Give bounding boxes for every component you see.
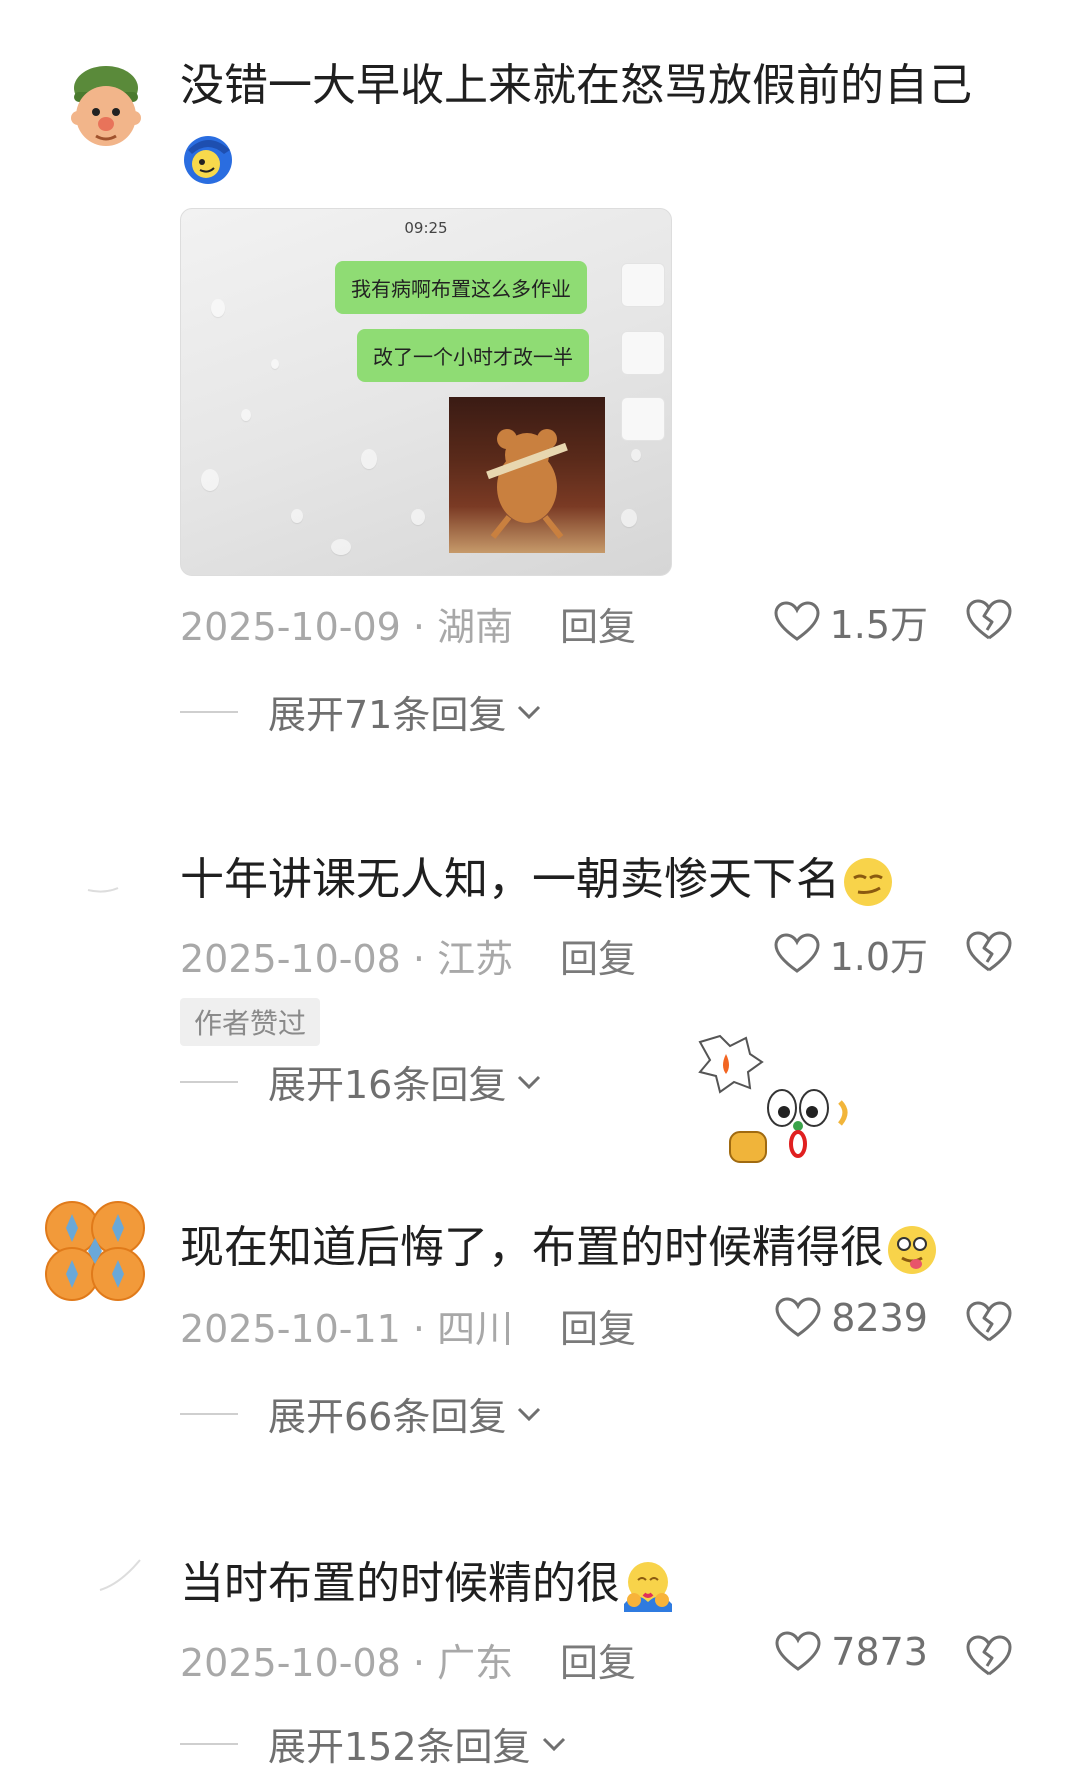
smirk-emoji-icon: [844, 858, 892, 906]
meta-separator: ·: [400, 937, 438, 981]
comment-text-content: 现在知道后悔了，布置的时候精得很: [180, 1222, 884, 1273]
heart-outline-icon: [775, 1297, 821, 1337]
chat-avatar: [621, 397, 665, 441]
heart-outline-icon: [774, 932, 820, 973]
reply-button[interactable]: 回复: [560, 928, 636, 983]
comment-text: 没错一大早收上来就在怒骂放假前的自己: [180, 58, 972, 113]
expand-replies-button[interactable]: 展开71条回复: [180, 684, 542, 739]
like-count: 8239: [831, 1296, 928, 1340]
comment-text: 现在知道后悔了，布置的时候精得很: [180, 1220, 940, 1278]
comment-date: 2025-10-08: [180, 1641, 401, 1685]
chevron-down-icon: [518, 705, 541, 719]
avatar-coin-pattern-icon[interactable]: [40, 1196, 150, 1306]
comment-region: 四川: [437, 1307, 514, 1351]
comment-region: 广东: [437, 1641, 514, 1685]
chevron-down-icon: [518, 1407, 541, 1421]
broken-heart-icon[interactable]: [966, 596, 1012, 642]
broken-heart-icon[interactable]: [966, 1632, 1012, 1678]
avatar-cartoon-man-icon[interactable]: [58, 58, 154, 154]
like-count: 1.0万: [829, 935, 928, 979]
reply-button[interactable]: 回复: [560, 596, 636, 651]
tongue-out-emoji-icon: [888, 1226, 936, 1274]
comment-meta: 2025-10-09 · 湖南: [180, 596, 513, 651]
chevron-down-icon: [518, 1075, 541, 1089]
heart-outline-icon: [775, 1631, 821, 1671]
like-count: 7873: [831, 1630, 928, 1674]
reply-button[interactable]: 回复: [560, 1298, 636, 1353]
comment-text: 当时布置的时候精的很: [180, 1556, 676, 1614]
comment-date: 2025-10-08: [180, 937, 401, 981]
expand-replies-button[interactable]: 展开16条回复: [180, 1054, 542, 1109]
comment-meta: 2025-10-08 · 广东: [180, 1632, 513, 1687]
divider-line: [180, 1742, 238, 1745]
expand-replies-label: 展开71条回复: [268, 693, 507, 737]
blue-hair-face-emoji-icon: [184, 136, 232, 184]
divider-line: [180, 710, 238, 713]
expand-replies-label: 展开16条回复: [268, 1063, 507, 1107]
author-liked-badge: 作者赞过: [180, 998, 321, 1046]
comment-date: 2025-10-09: [180, 605, 401, 649]
avatar-blank-icon[interactable]: [70, 1520, 166, 1616]
like-button[interactable]: 8239: [775, 1296, 928, 1340]
chat-cartoon-mouse-image: [449, 397, 605, 553]
comment-text-content: 没错一大早收上来就在怒骂放假前的自己: [180, 60, 972, 111]
comment-date: 2025-10-11: [180, 1307, 401, 1351]
comment-text-content: 十年讲课无人知，一朝卖惨天下名: [180, 854, 840, 905]
like-count: 1.5万: [829, 603, 928, 647]
like-button[interactable]: 1.5万: [774, 594, 928, 649]
broken-heart-icon[interactable]: [966, 1298, 1012, 1344]
chat-avatar: [621, 263, 665, 307]
broken-heart-icon[interactable]: [966, 928, 1012, 974]
heart-outline-icon: [774, 600, 820, 641]
avatar-blank-icon[interactable]: [48, 838, 144, 934]
expand-replies-button[interactable]: 展开152条回复: [180, 1716, 567, 1771]
expand-replies-label: 展开66条回复: [268, 1395, 507, 1439]
expand-replies-button[interactable]: 展开66条回复: [180, 1386, 542, 1441]
hugging-face-emoji-icon: [624, 1562, 672, 1612]
chevron-down-icon: [542, 1737, 565, 1751]
comment-text-content: 当时布置的时候精的很: [180, 1558, 620, 1609]
chat-message-2: 改了一个小时才改一半: [357, 329, 589, 382]
comment-region: 湖南: [437, 605, 514, 649]
chat-time: 09:25: [404, 219, 448, 237]
expand-replies-label: 展开152条回复: [268, 1725, 531, 1769]
meta-separator: ·: [400, 1307, 438, 1351]
comment-meta: 2025-10-11 · 四川: [180, 1298, 513, 1353]
comment-text: 十年讲课无人知，一朝卖惨天下名: [180, 852, 896, 910]
angry-eyes-sticker-icon: [698, 1034, 848, 1163]
comment-region: 江苏: [437, 937, 514, 981]
comment-meta: 2025-10-08 · 江苏: [180, 928, 513, 983]
divider-line: [180, 1080, 238, 1083]
chat-message-1: 我有病啊布置这么多作业: [335, 261, 587, 314]
like-button[interactable]: 7873: [775, 1630, 928, 1674]
reply-button[interactable]: 回复: [560, 1632, 636, 1687]
cartoon-mouse-icon: [486, 429, 568, 539]
chat-screenshot-image[interactable]: 09:25 我有病啊布置这么多作业 改了一个小时才改一半: [180, 208, 672, 576]
meta-separator: ·: [400, 1641, 438, 1685]
meta-separator: ·: [400, 605, 438, 649]
like-button[interactable]: 1.0万: [774, 926, 928, 981]
chat-avatar: [621, 331, 665, 375]
divider-line: [180, 1412, 238, 1415]
